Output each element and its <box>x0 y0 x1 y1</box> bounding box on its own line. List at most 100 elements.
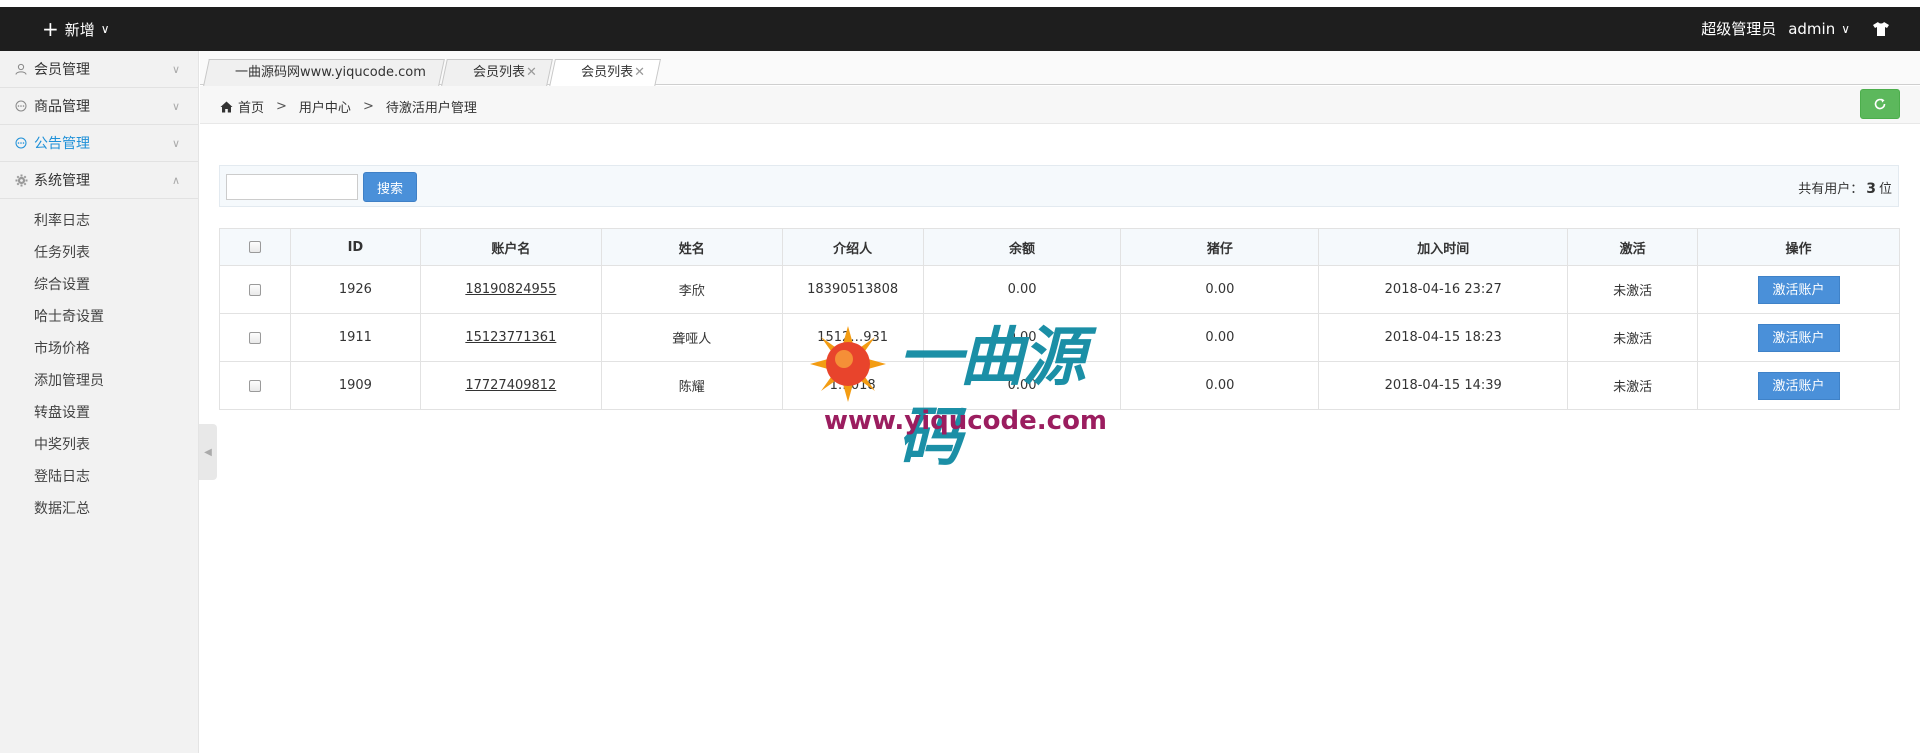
table-row: 1909 17727409812 陈耀 1…018 0.00 0.00 2018… <box>219 361 1900 410</box>
chevron-down-icon[interactable]: ∨ <box>1841 22 1850 36</box>
sidebar-group-system[interactable]: 系统管理 ∧ <box>0 162 198 199</box>
cell-status: 未激活 <box>1567 313 1699 362</box>
tshirt-icon[interactable] <box>1872 21 1890 37</box>
user-count: 共有用户： 3 位 <box>1798 178 1892 197</box>
account-link[interactable]: 15123771361 <box>465 330 556 345</box>
home-icon <box>220 101 233 112</box>
activate-account-button[interactable]: 激活账户 <box>1757 323 1840 352</box>
sidebar-group-products[interactable]: 商品管理 ∨ <box>0 88 198 125</box>
sidebar-item-wheel-settings[interactable]: 转盘设置 <box>0 397 198 429</box>
plus-icon: + <box>42 17 59 41</box>
sidebar-item-husky-settings[interactable]: 哈士奇设置 <box>0 301 198 333</box>
sidebar-item-winners-list[interactable]: 中奖列表 <box>0 429 198 461</box>
cell-name: 陈耀 <box>600 361 783 410</box>
sidebar-item-general-settings[interactable]: 综合设置 <box>0 269 198 301</box>
app-root: + 新增 ∨ 超级管理员 admin ∨ 会员管理 ∨ 商品管理 ∨ 公告管理 … <box>0 0 1920 753</box>
sidebar-item-market-price[interactable]: 市场价格 <box>0 333 198 365</box>
sidebar-collapse-handle[interactable]: ◀ <box>199 424 217 480</box>
user-menu-button[interactable]: admin <box>1788 20 1835 38</box>
table-row: 1926 18190824955 李欣 18390513808 0.00 0.0… <box>219 265 1900 314</box>
sidebar-group-announcements[interactable]: 公告管理 ∨ <box>0 125 198 162</box>
sidebar-group-members[interactable]: 会员管理 ∨ <box>0 51 198 88</box>
sidebar-group-label: 公告管理 <box>34 136 90 152</box>
column-header: 猪仔 <box>1120 228 1320 266</box>
activate-account-button[interactable]: 激活账户 <box>1757 371 1840 400</box>
table-row: 1911 15123771361 聋哑人 1512…931 0.00 0.00 … <box>219 313 1900 362</box>
sidebar-item-data-summary[interactable]: 数据汇总 <box>0 493 198 525</box>
breadcrumb-separator: > <box>276 99 287 114</box>
add-new-label: 新增 <box>64 20 95 39</box>
user-count-suffix: 位 <box>1878 182 1892 197</box>
breadcrumb-current: 待激活用户管理 <box>385 101 477 116</box>
sidebar-item-rate-log[interactable]: 利率日志 <box>0 205 198 237</box>
row-select-cell <box>219 361 291 410</box>
user-icon <box>14 62 28 76</box>
sidebar-group-label: 系统管理 <box>34 173 90 189</box>
sidebar-item-login-log[interactable]: 登陆日志 <box>0 461 198 493</box>
cell-piglets: 0.00 <box>1120 361 1320 410</box>
column-header: ID <box>289 228 421 266</box>
chevron-up-icon: ∧ <box>171 174 180 187</box>
system-submenu: 利率日志 任务列表 综合设置 哈士奇设置 市场价格 添加管理员 转盘设置 中奖列… <box>0 199 198 525</box>
refresh-button[interactable] <box>1860 89 1900 119</box>
sidebar-group-label: 商品管理 <box>34 99 90 115</box>
chevron-down-icon: ∨ <box>171 63 180 76</box>
column-header: 加入时间 <box>1318 228 1569 266</box>
sidebar-group-label: 会员管理 <box>34 62 90 78</box>
row-checkbox[interactable] <box>248 379 261 392</box>
cell-account: 18190824955 <box>419 265 602 314</box>
refresh-icon <box>1874 98 1886 110</box>
gear-icon <box>14 173 28 187</box>
close-icon[interactable]: ✕ <box>526 60 537 85</box>
cell-action: 激活账户 <box>1697 265 1900 314</box>
close-icon[interactable]: ✕ <box>634 60 645 85</box>
breadcrumb-home[interactable]: 首页 <box>238 97 264 116</box>
cell-joined: 2018-04-15 18:23 <box>1318 313 1569 362</box>
user-area: 超级管理员 admin ∨ <box>1701 18 1890 39</box>
row-select-cell <box>219 265 291 314</box>
cell-joined: 2018-04-15 14:39 <box>1318 361 1569 410</box>
activate-account-button[interactable]: 激活账户 <box>1757 275 1840 304</box>
column-header: 激活 <box>1567 228 1699 266</box>
account-link[interactable]: 17727409812 <box>465 378 556 393</box>
cell-referrer: 1512…931 <box>781 313 924 362</box>
account-link[interactable]: 18190824955 <box>465 282 556 297</box>
chevron-down-icon: ∨ <box>100 22 110 36</box>
row-checkbox[interactable] <box>248 283 261 296</box>
watermark-url: www.yiqucode.com <box>824 406 1108 436</box>
chevron-down-icon: ∨ <box>171 137 180 150</box>
cell-referrer: 18390513808 <box>781 265 924 314</box>
cell-account: 17727409812 <box>419 361 602 410</box>
search-button[interactable]: 搜索 <box>363 172 417 202</box>
cell-piglets: 0.00 <box>1120 265 1320 314</box>
tab-bar: 一曲源码网www.yiqucode.com 会员列表 ✕ 会员列表 ✕ <box>200 51 1920 87</box>
top-bar: + 新增 ∨ 超级管理员 admin ∨ <box>0 7 1920 51</box>
cell-status: 未激活 <box>1567 265 1699 314</box>
breadcrumb-user-center[interactable]: 用户中心 <box>299 97 351 116</box>
cell-piglets: 0.00 <box>1120 313 1320 362</box>
sidebar-item-add-admin[interactable]: 添加管理员 <box>0 365 198 397</box>
add-new-button[interactable]: + 新增 ∨ <box>42 17 110 41</box>
table-header-row: ID 账户名 姓名 介绍人 余额 猪仔 加入时间 激活 操作 <box>219 228 1900 266</box>
select-all-checkbox[interactable] <box>248 241 261 253</box>
cell-id: 1909 <box>289 361 421 410</box>
column-header: 介绍人 <box>781 228 924 266</box>
column-header: 余额 <box>922 228 1122 266</box>
chevron-down-icon: ∨ <box>171 100 180 113</box>
cell-name: 李欣 <box>600 265 783 314</box>
tab-label: 会员列表 <box>473 65 526 80</box>
user-count-value: 3 <box>1866 181 1876 197</box>
column-header: 账户名 <box>419 228 602 266</box>
breadcrumb-separator: > <box>362 99 374 114</box>
cell-balance: 0.00 <box>922 265 1122 314</box>
tab-home[interactable]: 一曲源码网www.yiqucode.com <box>203 59 445 86</box>
search-input[interactable] <box>226 174 358 200</box>
tab-member-list-1[interactable]: 会员列表 ✕ <box>441 59 553 86</box>
cell-referrer: 1…018 <box>781 361 924 410</box>
tab-member-list-2[interactable]: 会员列表 ✕ <box>549 59 661 87</box>
row-checkbox[interactable] <box>248 331 261 344</box>
sidebar-item-task-list[interactable]: 任务列表 <box>0 237 198 269</box>
cell-id: 1926 <box>289 265 421 314</box>
caret-left-icon: ◀ <box>204 446 212 458</box>
chat-icon <box>14 99 28 113</box>
